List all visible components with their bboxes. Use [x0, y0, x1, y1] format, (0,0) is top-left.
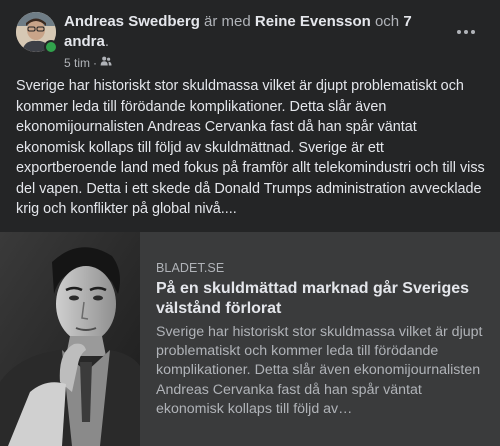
more-options-button[interactable] — [452, 18, 480, 46]
post-meta: 5 tim · — [64, 55, 112, 70]
feed-post: Andreas Swedberg är med Reine Evensson o… — [0, 0, 500, 446]
link-preview-card[interactable]: BLADET.SE På en skuldmättad marknad går … — [0, 232, 500, 446]
author-avatar[interactable] — [16, 12, 58, 54]
more-horizontal-icon — [457, 30, 475, 34]
meta-separator: · — [93, 55, 98, 70]
post-body-text: Sverige har historiskt stor skuldmassa v… — [16, 78, 485, 217]
header-period: . — [104, 33, 110, 50]
post-timestamp[interactable]: 5 tim — [64, 56, 90, 70]
with-label: är med — [204, 13, 251, 30]
and-label: och — [374, 13, 400, 30]
link-domain: BLADET.SE — [156, 261, 225, 275]
tagged-person-link[interactable]: Reine Evensson — [255, 13, 371, 30]
online-status-dot — [44, 40, 58, 54]
link-preview-image — [0, 232, 140, 446]
author-name-link[interactable]: Andreas Swedberg — [64, 13, 200, 30]
link-preview-info: BLADET.SE På en skuldmättad marknad går … — [156, 260, 486, 419]
friends-icon[interactable] — [100, 55, 112, 70]
post-header: Andreas Swedberg är med Reine Evensson o… — [64, 12, 444, 52]
link-title[interactable]: På en skuldmättad marknad går Sveriges v… — [156, 279, 486, 319]
link-description: Sverige har historiskt stor skuldmassa v… — [156, 324, 483, 417]
